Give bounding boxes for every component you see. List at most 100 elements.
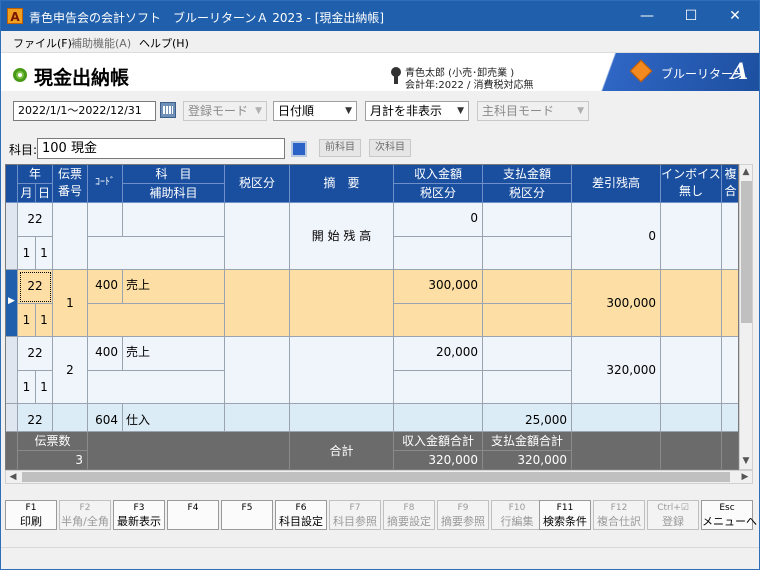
- next-account-button[interactable]: 次科目: [369, 139, 411, 157]
- cell-payment-tax[interactable]: [483, 371, 572, 404]
- row-selector-active[interactable]: ▶: [6, 270, 18, 337]
- cell-invoice[interactable]: [661, 270, 722, 337]
- cell-income-tax[interactable]: [394, 237, 483, 270]
- scroll-down-icon[interactable]: ▼: [740, 455, 752, 467]
- row-selector[interactable]: [6, 337, 18, 404]
- cell-sub-account[interactable]: [88, 304, 225, 337]
- cell-tax1[interactable]: [225, 337, 290, 404]
- f5-button[interactable]: F5: [221, 500, 273, 530]
- cell-balance[interactable]: 300,000: [572, 270, 661, 337]
- cell-income[interactable]: 300,000: [394, 270, 483, 304]
- cell-payment[interactable]: [483, 337, 572, 371]
- cell-year[interactable]: 22: [18, 203, 53, 237]
- cell-month[interactable]: 1: [18, 371, 36, 404]
- cell-tax1[interactable]: [225, 203, 290, 270]
- f12-compound-entry-button[interactable]: F12 複合仕訳: [593, 500, 645, 530]
- cell-invoice[interactable]: [661, 337, 722, 404]
- cell-year[interactable]: 22: [18, 270, 53, 304]
- cell-balance[interactable]: 0: [572, 203, 661, 270]
- cell-sub-account[interactable]: [88, 237, 225, 270]
- cell-summary[interactable]: 開 始 残 高: [290, 203, 394, 270]
- cell-sub-account[interactable]: [88, 371, 225, 404]
- f4-button[interactable]: F4: [167, 500, 219, 530]
- f8-summary-settings-button[interactable]: F8 摘要設定: [383, 500, 435, 530]
- menu-aux[interactable]: 補助機能(A): [71, 35, 131, 51]
- f7-account-lookup-button[interactable]: F7 科目参照: [329, 500, 381, 530]
- row-selector[interactable]: [6, 404, 18, 432]
- cell-income[interactable]: 0: [394, 203, 483, 237]
- prev-account-button[interactable]: 前科目: [319, 139, 361, 157]
- cell-summary[interactable]: [290, 337, 394, 404]
- cell-balance[interactable]: 320,000: [572, 337, 661, 404]
- cell-payment-tax[interactable]: [483, 237, 572, 270]
- f11-search-button[interactable]: F11 検索条件: [539, 500, 591, 530]
- cell-income-tax[interactable]: [394, 371, 483, 404]
- account-lookup-icon[interactable]: [291, 141, 307, 157]
- esc-menu-button[interactable]: Esc メニューへ: [701, 500, 757, 530]
- cell-payment[interactable]: 25,000: [483, 404, 572, 432]
- scroll-up-icon[interactable]: ▲: [740, 166, 752, 178]
- cell-account[interactable]: 売上: [123, 337, 225, 371]
- cell-multi[interactable]: [722, 270, 738, 337]
- cell-tax1[interactable]: [225, 270, 290, 337]
- f6-account-settings-button[interactable]: F6 科目設定: [275, 500, 327, 530]
- cell-income[interactable]: 20,000: [394, 337, 483, 371]
- cell-slip[interactable]: 2: [53, 337, 88, 404]
- cell-month[interactable]: 1: [18, 304, 36, 337]
- cell-day[interactable]: 1: [36, 237, 53, 270]
- cell-slip[interactable]: 1: [53, 270, 88, 337]
- row-selector[interactable]: [6, 203, 18, 270]
- scroll-left-icon[interactable]: ◀: [7, 471, 19, 483]
- f10-row-edit-button[interactable]: F10 行編集: [491, 500, 543, 530]
- vertical-scrollbar[interactable]: ▲ ▼: [739, 164, 753, 470]
- cell-code[interactable]: [88, 203, 123, 237]
- maximize-button[interactable]: ☐: [669, 1, 713, 31]
- monthly-select[interactable]: 月計を非表示 ▼: [365, 101, 469, 121]
- f2-width-toggle-button[interactable]: F2 半角/全角: [59, 500, 111, 530]
- cell-slip[interactable]: [53, 404, 88, 432]
- f1-print-button[interactable]: F1 印刷: [5, 500, 57, 530]
- cell-summary[interactable]: [290, 270, 394, 337]
- cell-code[interactable]: 604: [88, 404, 123, 432]
- close-button[interactable]: ✕: [713, 1, 757, 31]
- minimize-button[interactable]: —: [625, 1, 669, 31]
- cell-invoice[interactable]: [661, 404, 722, 432]
- cell-multi[interactable]: [722, 404, 738, 432]
- cell-account[interactable]: [123, 203, 225, 237]
- cell-code[interactable]: 400: [88, 270, 123, 304]
- horizontal-scrollbar[interactable]: ◀ ▶: [5, 470, 753, 484]
- f3-refresh-button[interactable]: F3 最新表示: [113, 500, 165, 530]
- calendar-icon[interactable]: [160, 102, 176, 118]
- app-icon[interactable]: A: [7, 8, 23, 24]
- cell-multi[interactable]: [722, 203, 738, 270]
- cell-multi[interactable]: [722, 337, 738, 404]
- cell-tax1[interactable]: [225, 404, 290, 432]
- cell-year[interactable]: 22: [18, 337, 53, 371]
- mode-select[interactable]: 登録モード ▼: [183, 101, 267, 121]
- cell-balance[interactable]: [572, 404, 661, 432]
- f9-summary-lookup-button[interactable]: F9 摘要参照: [437, 500, 489, 530]
- cell-summary[interactable]: [290, 404, 394, 432]
- cell-income-tax[interactable]: [394, 304, 483, 337]
- menu-help[interactable]: ヘルプ(H): [139, 35, 189, 51]
- cell-payment-tax[interactable]: [483, 304, 572, 337]
- cell-month[interactable]: 1: [18, 237, 36, 270]
- scroll-right-icon[interactable]: ▶: [739, 471, 751, 483]
- cell-payment[interactable]: [483, 270, 572, 304]
- cell-payment[interactable]: [483, 203, 572, 237]
- cell-day[interactable]: 1: [36, 304, 53, 337]
- subject-mode-select[interactable]: 主科目モード ▼: [477, 101, 589, 121]
- sort-select[interactable]: 日付順 ▼: [273, 101, 357, 121]
- ctrl-register-button[interactable]: Ctrl+☑ 登録: [647, 500, 699, 530]
- vertical-scroll-thumb[interactable]: [741, 181, 752, 323]
- account-input[interactable]: 100 現金: [37, 138, 285, 159]
- cell-income[interactable]: [394, 404, 483, 432]
- cell-account[interactable]: 売上: [123, 270, 225, 304]
- cell-code[interactable]: 400: [88, 337, 123, 371]
- cell-day[interactable]: 1: [36, 371, 53, 404]
- cell-invoice[interactable]: [661, 203, 722, 270]
- title-bar[interactable]: A 青色申告会の会計ソフト ブルーリターンＡ 2023 - [現金出納帳] — …: [1, 1, 759, 31]
- date-range-input[interactable]: 2022/1/1～2022/12/31: [13, 101, 156, 121]
- horizontal-scroll-thumb[interactable]: [22, 472, 730, 482]
- cell-slip[interactable]: [53, 203, 88, 270]
